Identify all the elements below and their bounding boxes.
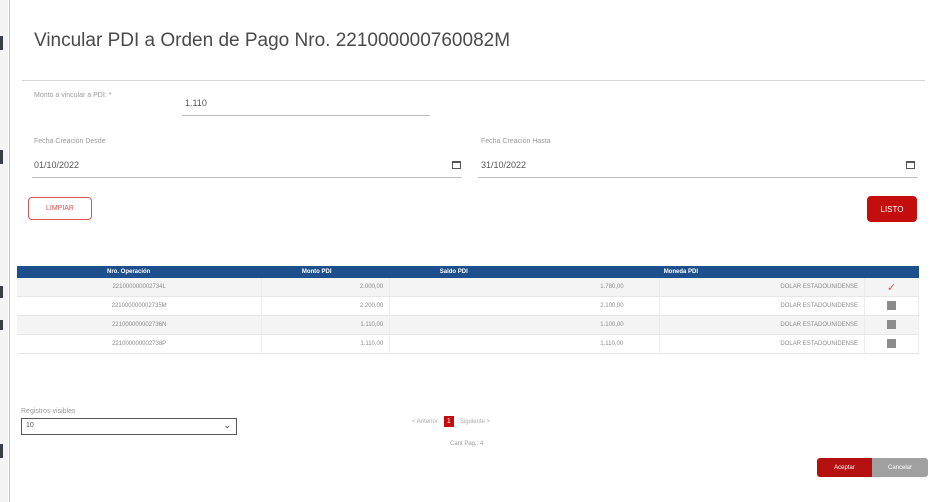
page-count: Cant Pag.: 4: [450, 441, 484, 447]
col-header-moneda[interactable]: Moneda PDI: [659, 266, 865, 278]
cell-monto: 1.110,00: [261, 315, 391, 335]
pdi-table: Nro. Operación Monto PDI Saldo PDI Moned…: [17, 266, 919, 354]
page-1-button[interactable]: 1: [443, 416, 454, 427]
table-header-row: Nro. Operación Monto PDI Saldo PDI Moned…: [17, 266, 919, 278]
next-page-link[interactable]: Siguiente >: [460, 419, 490, 425]
monto-underline: [182, 115, 430, 116]
rows-per-page-select[interactable]: 10 ⌄: [21, 418, 237, 435]
cell-saldo: 1.780,00: [389, 278, 661, 297]
cell-monto: 2.000,00: [261, 278, 391, 297]
prev-page-link[interactable]: < Anterior: [412, 419, 438, 425]
title-divider: [22, 80, 925, 81]
cell-moneda: DOLAR ESTADOUNIDENSE: [659, 315, 865, 335]
calendar-icon[interactable]: [906, 161, 915, 169]
chevron-down-icon: ⌄: [223, 420, 231, 430]
table-row[interactable]: 221000000002735M 2.200,00 2.100,00 DOLAR…: [17, 296, 919, 316]
left-window-edge: [0, 0, 8, 502]
fecha-hasta-underline: [478, 177, 918, 178]
col-header-saldo[interactable]: Saldo PDI: [389, 266, 660, 278]
cell-nro-operacion: 221000000002734L: [17, 278, 263, 297]
cell-moneda: DOLAR ESTADOUNIDENSE: [659, 334, 865, 354]
table-row[interactable]: 221000000002736N 1.110,00 1.100,00 DOLAR…: [17, 315, 919, 335]
rows-per-page-value: 10: [26, 422, 34, 429]
cell-saldo: 1.100,00: [389, 315, 661, 335]
col-header-select: [864, 266, 919, 278]
cell-saldo: 1.110,00: [389, 334, 661, 354]
table-row[interactable]: 221000000002734L 2.000,00 1.780,00 DOLAR…: [17, 278, 919, 297]
cancelar-button[interactable]: Cancelar: [872, 458, 928, 477]
cell-nro-operacion: 221000000002736N: [17, 315, 263, 335]
fecha-desde-underline: [32, 177, 462, 178]
pagination: < Anterior 1 Siguiente >: [412, 416, 490, 427]
aceptar-button[interactable]: Aceptar: [817, 458, 872, 477]
rows-per-page-label: Registros visibles: [21, 408, 76, 415]
cell-moneda: DOLAR ESTADOUNIDENSE: [659, 278, 865, 297]
checkbox[interactable]: [887, 338, 896, 348]
table-row[interactable]: 221000000002738P 1.110,00 1.110,00 DOLAR…: [17, 334, 919, 354]
monto-input[interactable]: 1.110: [185, 98, 207, 108]
calendar-icon[interactable]: [452, 161, 461, 169]
cell-moneda: DOLAR ESTADOUNIDENSE: [659, 296, 865, 316]
cell-monto: 2.200,00: [261, 296, 391, 316]
fecha-hasta-label: Fecha Creación Hasta: [481, 138, 551, 145]
fecha-hasta-input[interactable]: 31/10/2022: [481, 160, 526, 170]
cell-nro-operacion: 221000000002735M: [17, 296, 263, 316]
cell-monto: 1.110,00: [261, 334, 391, 354]
col-header-nro-operacion[interactable]: Nro. Operación: [17, 266, 262, 278]
checkbox[interactable]: [887, 300, 896, 310]
monto-label: Monto a vincular a PDI: *: [34, 92, 112, 99]
cell-saldo: 2.100,00: [389, 296, 661, 316]
fecha-desde-label: Fecha Creación Desde: [34, 138, 106, 145]
cell-nro-operacion: 221000000002738P: [17, 334, 263, 354]
listo-button[interactable]: LISTO: [867, 196, 917, 222]
fecha-desde-input[interactable]: 01/10/2022: [34, 160, 79, 170]
col-header-monto[interactable]: Monto PDI: [261, 266, 390, 278]
limpiar-button[interactable]: LIMPIAR: [28, 197, 92, 220]
checkbox[interactable]: [887, 319, 896, 329]
dialog-title: Vincular PDI a Orden de Pago Nro. 221000…: [34, 30, 511, 51]
checkmark-icon[interactable]: ✓: [887, 282, 896, 294]
